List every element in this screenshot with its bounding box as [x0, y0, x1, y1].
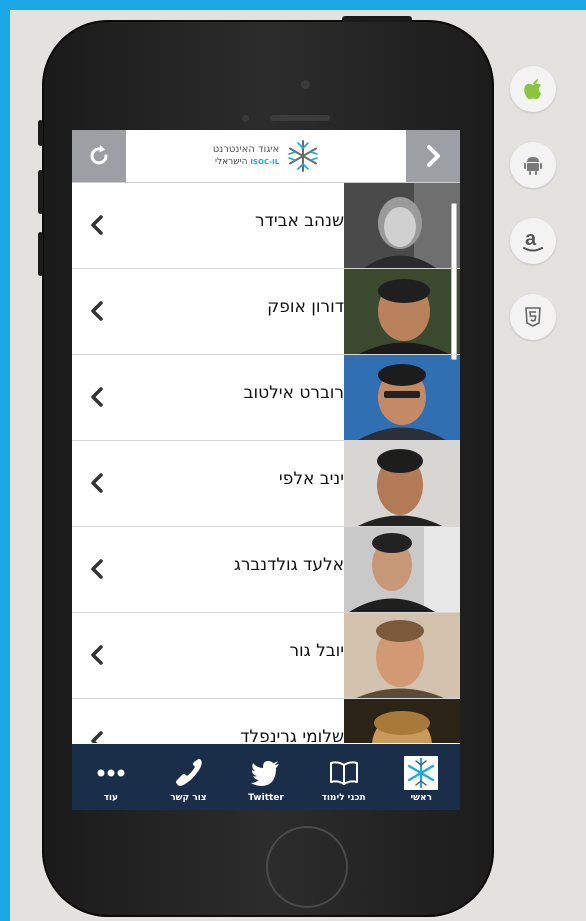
- tab-home[interactable]: ראשי: [382, 744, 460, 810]
- tab-label: ראשי: [410, 793, 432, 803]
- tab-twitter[interactable]: Twitter: [227, 744, 305, 810]
- list-item[interactable]: שלומי גרינפלד: [72, 699, 460, 743]
- tab-label: Twitter: [248, 793, 284, 803]
- speaker-photo: [344, 527, 460, 612]
- camera: [301, 80, 310, 89]
- apple-icon: [524, 79, 541, 100]
- app-header: איגוד האינטרנט ISOC-IL הישראלי: [72, 130, 460, 183]
- isoc-logo-icon: [404, 756, 439, 790]
- tab-label: עוד: [103, 793, 119, 803]
- volume-up-button: [38, 170, 43, 214]
- forward-button[interactable]: [406, 130, 460, 182]
- speaker-name: שנהב אבידר: [254, 211, 344, 231]
- list-item[interactable]: יובל גור: [72, 613, 460, 699]
- refresh-icon: [90, 145, 108, 165]
- book-icon: [329, 761, 358, 785]
- speakers-list[interactable]: שנהב אבידר דורון אופק רוברט אילטוב יניב …: [72, 183, 460, 743]
- chevron-left-icon: [91, 473, 103, 493]
- chevron-left-icon: [91, 301, 103, 321]
- chevron-left-icon: [91, 215, 103, 235]
- amazon-store-button[interactable]: a: [510, 218, 556, 264]
- logo-title: איגוד האינטרנט: [212, 144, 280, 155]
- snowflake-logo-icon: [288, 140, 319, 172]
- sensor: [242, 115, 249, 122]
- apple-store-button[interactable]: [510, 66, 556, 112]
- amazon-icon: a: [523, 229, 543, 252]
- list-item[interactable]: רוברט אילטוב: [72, 355, 460, 441]
- list-item[interactable]: יניב אלפי: [72, 441, 460, 527]
- isoc-logo: איגוד האינטרנט ISOC-IL הישראלי: [192, 134, 342, 178]
- more-dots-icon: [97, 769, 125, 777]
- tab-contact[interactable]: צור קשר: [150, 744, 228, 810]
- chevron-left-icon: [91, 387, 103, 407]
- speaker-name: אלעד גולדנברג: [233, 555, 344, 575]
- speaker-photo: [344, 613, 460, 698]
- chevron-right-icon: [427, 145, 440, 167]
- android-store-button[interactable]: [510, 142, 556, 188]
- power-button: [342, 16, 412, 22]
- list-item[interactable]: דורון אופק: [72, 269, 460, 355]
- tab-label: תכני לימוד: [321, 793, 366, 803]
- speaker-photo: [344, 183, 460, 268]
- list-item[interactable]: שנהב אבידר: [72, 183, 460, 269]
- refresh-button[interactable]: [72, 130, 126, 182]
- volume-down-button: [38, 232, 43, 276]
- tab-bar: ראשי תכני לימוד Twitter צור קשר עוד: [72, 744, 460, 810]
- phone-icon: [176, 759, 203, 786]
- home-button[interactable]: [266, 826, 348, 908]
- tab-more[interactable]: עוד: [72, 744, 150, 810]
- speaker-name: יניב אלפי: [278, 469, 344, 489]
- chevron-left-icon: [91, 559, 103, 579]
- speaker-photo: [344, 441, 460, 526]
- logo-badge: ISOC-IL: [250, 158, 280, 166]
- html5-store-button[interactable]: [510, 294, 556, 340]
- chevron-left-icon: [91, 731, 103, 743]
- speaker-name: דורון אופק: [267, 297, 344, 317]
- speaker-name: יובל גור: [289, 641, 344, 661]
- speaker-photo: [344, 355, 460, 440]
- tab-label: צור קשר: [170, 793, 207, 803]
- twitter-bird-icon: [251, 761, 280, 786]
- scrollbar[interactable]: [451, 203, 457, 360]
- logo-subtitle: הישראלי: [214, 157, 248, 167]
- html5-icon: [525, 307, 541, 327]
- android-icon: [524, 157, 542, 175]
- list-item[interactable]: אלעד גולדנברג: [72, 527, 460, 613]
- speaker-name: רוברט אילטוב: [243, 383, 344, 403]
- speaker-name: שלומי גרינפלד: [240, 727, 344, 743]
- mute-switch: [38, 120, 43, 146]
- tab-learning[interactable]: תכני לימוד: [305, 744, 383, 810]
- speaker-photo: [344, 699, 460, 743]
- svg-text:a: a: [525, 229, 537, 250]
- speaker-photo: [344, 269, 460, 354]
- chevron-left-icon: [91, 645, 103, 665]
- earpiece-speaker: [270, 115, 330, 121]
- app-screen: איגוד האינטרנט ISOC-IL הישראלי שנהב אביד…: [72, 130, 460, 810]
